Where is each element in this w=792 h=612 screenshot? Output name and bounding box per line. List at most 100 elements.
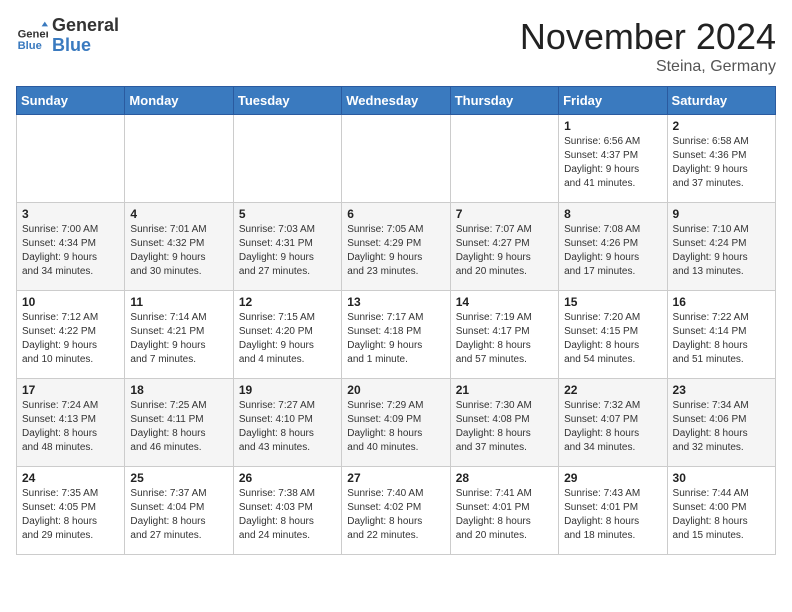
day-cell: 25 Sunrise: 7:37 AM Sunset: 4:04 PM Dayli… xyxy=(125,467,233,555)
day-cell: 16 Sunrise: 7:22 AM Sunset: 4:14 PM Dayli… xyxy=(667,291,775,379)
day-cell: 4Sunrise: 7:01 AM Sunset: 4:32 PM Daylig… xyxy=(125,203,233,291)
calendar-header-row: SundayMondayTuesdayWednesdayThursdayFrid… xyxy=(17,87,776,115)
day-number: 9 xyxy=(673,207,770,221)
day-cell: 18 Sunrise: 7:25 AM Sunset: 4:11 PM Dayli… xyxy=(125,379,233,467)
day-cell: 14 Sunrise: 7:19 AM Sunset: 4:17 PM Dayli… xyxy=(450,291,558,379)
day-info: Sunrise: 7:38 AM Sunset: 4:03 PM Dayligh… xyxy=(239,487,336,543)
svg-text:Blue: Blue xyxy=(18,40,42,52)
day-cell xyxy=(342,115,450,203)
day-number: 29 xyxy=(564,471,661,485)
day-number: 1 xyxy=(564,119,661,133)
week-row-1: 1 Sunrise: 6:56 AM Sunset: 4:37 PM Daylig… xyxy=(17,115,776,203)
day-info: Sunrise: 7:10 AM Sunset: 4:24 PM Dayligh… xyxy=(673,223,770,279)
day-info: Sunrise: 7:27 AM Sunset: 4:10 PM Dayligh… xyxy=(239,399,336,455)
day-info: Sunrise: 7:29 AM Sunset: 4:09 PM Dayligh… xyxy=(347,399,444,455)
day-number: 21 xyxy=(456,383,553,397)
day-number: 23 xyxy=(673,383,770,397)
day-cell: 11 Sunrise: 7:14 AM Sunset: 4:21 PM Dayli… xyxy=(125,291,233,379)
title-area: November 2024 Steina, Germany xyxy=(520,16,776,76)
col-header-wednesday: Wednesday xyxy=(342,87,450,115)
day-number: 26 xyxy=(239,471,336,485)
day-cell: 6 Sunrise: 7:05 AM Sunset: 4:29 PM Daylig… xyxy=(342,203,450,291)
day-cell: 15 Sunrise: 7:20 AM Sunset: 4:15 PM Dayli… xyxy=(559,291,667,379)
day-number: 30 xyxy=(673,471,770,485)
day-number: 22 xyxy=(564,383,661,397)
col-header-monday: Monday xyxy=(125,87,233,115)
day-number: 19 xyxy=(239,383,336,397)
day-cell: 22Sunrise: 7:32 AM Sunset: 4:07 PM Dayli… xyxy=(559,379,667,467)
day-number: 15 xyxy=(564,295,661,309)
day-info: Sunrise: 6:56 AM Sunset: 4:37 PM Dayligh… xyxy=(564,135,661,191)
week-row-4: 17 Sunrise: 7:24 AM Sunset: 4:13 PM Dayli… xyxy=(17,379,776,467)
day-cell: 7 Sunrise: 7:07 AM Sunset: 4:27 PM Daylig… xyxy=(450,203,558,291)
day-number: 25 xyxy=(130,471,227,485)
day-cell: 5Sunrise: 7:03 AM Sunset: 4:31 PM Daylig… xyxy=(233,203,341,291)
day-info: Sunrise: 7:30 AM Sunset: 4:08 PM Dayligh… xyxy=(456,399,553,455)
day-info: Sunrise: 7:35 AM Sunset: 4:05 PM Dayligh… xyxy=(22,487,119,543)
day-cell: 29 Sunrise: 7:43 AM Sunset: 4:01 PM Dayli… xyxy=(559,467,667,555)
day-info: Sunrise: 7:34 AM Sunset: 4:06 PM Dayligh… xyxy=(673,399,770,455)
day-cell: 3 Sunrise: 7:00 AM Sunset: 4:34 PM Daylig… xyxy=(17,203,125,291)
day-info: Sunrise: 7:15 AM Sunset: 4:20 PM Dayligh… xyxy=(239,311,336,367)
day-number: 8 xyxy=(564,207,661,221)
day-info: Sunrise: 7:22 AM Sunset: 4:14 PM Dayligh… xyxy=(673,311,770,367)
day-info: Sunrise: 7:43 AM Sunset: 4:01 PM Dayligh… xyxy=(564,487,661,543)
logo-line1: General xyxy=(52,16,119,36)
day-info: Sunrise: 7:24 AM Sunset: 4:13 PM Dayligh… xyxy=(22,399,119,455)
day-info: Sunrise: 7:20 AM Sunset: 4:15 PM Dayligh… xyxy=(564,311,661,367)
day-number: 20 xyxy=(347,383,444,397)
day-info: Sunrise: 7:08 AM Sunset: 4:26 PM Dayligh… xyxy=(564,223,661,279)
day-cell: 30 Sunrise: 7:44 AM Sunset: 4:00 PM Dayli… xyxy=(667,467,775,555)
day-info: Sunrise: 7:07 AM Sunset: 4:27 PM Dayligh… xyxy=(456,223,553,279)
logo-line2: Blue xyxy=(52,36,119,56)
page-header: General Blue General Blue November 2024 … xyxy=(16,16,776,76)
day-number: 28 xyxy=(456,471,553,485)
day-number: 12 xyxy=(239,295,336,309)
col-header-friday: Friday xyxy=(559,87,667,115)
day-number: 2 xyxy=(673,119,770,133)
day-info: Sunrise: 7:19 AM Sunset: 4:17 PM Dayligh… xyxy=(456,311,553,367)
day-info: Sunrise: 6:58 AM Sunset: 4:36 PM Dayligh… xyxy=(673,135,770,191)
day-info: Sunrise: 7:14 AM Sunset: 4:21 PM Dayligh… xyxy=(130,311,227,367)
day-info: Sunrise: 7:00 AM Sunset: 4:34 PM Dayligh… xyxy=(22,223,119,279)
logo-text: General Blue xyxy=(52,16,119,56)
day-cell: 21 Sunrise: 7:30 AM Sunset: 4:08 PM Dayli… xyxy=(450,379,558,467)
col-header-sunday: Sunday xyxy=(17,87,125,115)
day-cell: 23 Sunrise: 7:34 AM Sunset: 4:06 PM Dayli… xyxy=(667,379,775,467)
day-number: 16 xyxy=(673,295,770,309)
day-cell xyxy=(17,115,125,203)
day-cell xyxy=(233,115,341,203)
day-number: 27 xyxy=(347,471,444,485)
day-number: 11 xyxy=(130,295,227,309)
day-cell: 10Sunrise: 7:12 AM Sunset: 4:22 PM Dayli… xyxy=(17,291,125,379)
day-number: 7 xyxy=(456,207,553,221)
day-number: 10 xyxy=(22,295,119,309)
svg-text:General: General xyxy=(18,28,48,40)
day-number: 18 xyxy=(130,383,227,397)
week-row-5: 24 Sunrise: 7:35 AM Sunset: 4:05 PM Dayli… xyxy=(17,467,776,555)
day-info: Sunrise: 7:05 AM Sunset: 4:29 PM Dayligh… xyxy=(347,223,444,279)
day-number: 14 xyxy=(456,295,553,309)
day-number: 24 xyxy=(22,471,119,485)
day-cell xyxy=(450,115,558,203)
day-cell: 17 Sunrise: 7:24 AM Sunset: 4:13 PM Dayli… xyxy=(17,379,125,467)
col-header-saturday: Saturday xyxy=(667,87,775,115)
day-number: 3 xyxy=(22,207,119,221)
day-info: Sunrise: 7:37 AM Sunset: 4:04 PM Dayligh… xyxy=(130,487,227,543)
day-cell: 20 Sunrise: 7:29 AM Sunset: 4:09 PM Dayli… xyxy=(342,379,450,467)
day-cell: 24 Sunrise: 7:35 AM Sunset: 4:05 PM Dayli… xyxy=(17,467,125,555)
day-cell: 19 Sunrise: 7:27 AM Sunset: 4:10 PM Dayli… xyxy=(233,379,341,467)
day-number: 17 xyxy=(22,383,119,397)
location: Steina, Germany xyxy=(520,58,776,76)
col-header-thursday: Thursday xyxy=(450,87,558,115)
month-title: November 2024 xyxy=(520,16,776,58)
day-number: 6 xyxy=(347,207,444,221)
day-cell: 2 Sunrise: 6:58 AM Sunset: 4:36 PM Daylig… xyxy=(667,115,775,203)
calendar-table: SundayMondayTuesdayWednesdayThursdayFrid… xyxy=(16,86,776,555)
day-info: Sunrise: 7:17 AM Sunset: 4:18 PM Dayligh… xyxy=(347,311,444,367)
day-cell: 9 Sunrise: 7:10 AM Sunset: 4:24 PM Daylig… xyxy=(667,203,775,291)
day-info: Sunrise: 7:44 AM Sunset: 4:00 PM Dayligh… xyxy=(673,487,770,543)
day-cell: 13Sunrise: 7:17 AM Sunset: 4:18 PM Dayli… xyxy=(342,291,450,379)
day-info: Sunrise: 7:25 AM Sunset: 4:11 PM Dayligh… xyxy=(130,399,227,455)
day-cell: 12 Sunrise: 7:15 AM Sunset: 4:20 PM Dayli… xyxy=(233,291,341,379)
